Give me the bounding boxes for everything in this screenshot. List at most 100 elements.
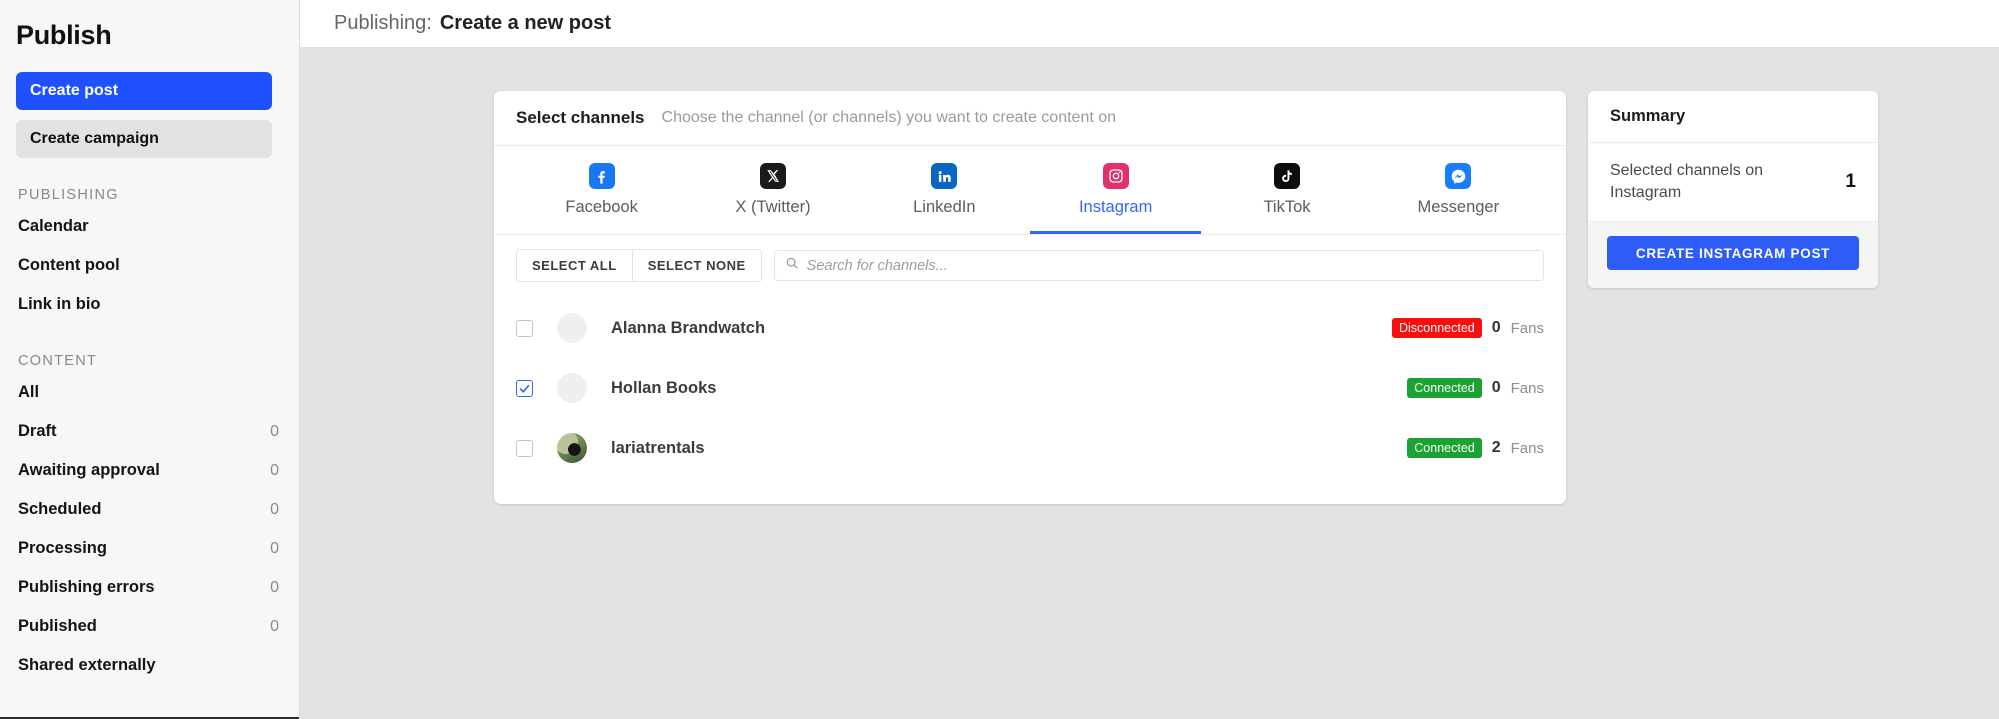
fans-count: 2: [1491, 439, 1501, 456]
sidebar-group-publishing-label: PUBLISHING: [18, 187, 119, 203]
sidebar-item-label: Link in bio: [18, 295, 101, 313]
sidebar-item-all[interactable]: All: [16, 373, 283, 412]
summary-selected-channels-row: Selected channels on Instagram 1: [1588, 143, 1878, 223]
sidebar-item-count: 0: [270, 461, 279, 479]
create-post-button[interactable]: Create post: [16, 72, 272, 110]
sidebar-item-label: Scheduled: [18, 500, 102, 518]
breadcrumb: Publishing: Create a new post: [300, 0, 1999, 48]
summary-row-value: 1: [1845, 170, 1856, 192]
avatar: [557, 313, 587, 343]
sidebar-item-label: Draft: [18, 422, 57, 440]
channel-search[interactable]: [773, 250, 1544, 281]
summary-title: Summary: [1588, 91, 1878, 143]
sidebar-item-label: Content pool: [18, 256, 120, 274]
table-row[interactable]: Alanna Brandwatch Disconnected 0 Fans: [516, 298, 1544, 358]
table-row[interactable]: Hollan Books Connected 0 Fans: [516, 358, 1544, 418]
sidebar-item-count: 0: [270, 539, 279, 557]
sidebar-item-scheduled[interactable]: Scheduled 0: [16, 490, 283, 529]
sidebar-item-draft[interactable]: Draft 0: [16, 412, 283, 451]
tab-x-twitter[interactable]: X (Twitter): [687, 146, 858, 234]
channel-list: Alanna Brandwatch Disconnected 0 Fans Ho…: [494, 294, 1566, 504]
tab-label: X (Twitter): [735, 198, 811, 216]
sidebar-item-shared-externally[interactable]: Shared externally: [16, 646, 283, 685]
fans-label: Fans: [1510, 379, 1544, 397]
sidebar-item-count: 0: [270, 422, 279, 440]
tab-label: LinkedIn: [913, 198, 976, 216]
create-instagram-post-button[interactable]: CREATE INSTAGRAM POST: [1607, 236, 1859, 271]
sidebar-item-awaiting-approval[interactable]: Awaiting approval 0: [16, 451, 283, 490]
select-buttons-group: SELECT ALL SELECT NONE: [516, 249, 762, 282]
x-twitter-icon: [759, 163, 786, 189]
sidebar-item-label: Publishing errors: [18, 578, 155, 596]
select-channels-header: Select channels Choose the channel (or c…: [494, 91, 1566, 146]
sidebar-item-count: 0: [270, 617, 279, 635]
fans-count: 0: [1491, 319, 1501, 336]
breadcrumb-prefix: Publishing:: [334, 12, 432, 34]
select-channels-heading: Select channels: [516, 108, 645, 127]
channel-name: Alanna Brandwatch: [611, 318, 766, 337]
channel-name: lariatrentals: [611, 438, 705, 457]
tab-label: Messenger: [1417, 198, 1500, 216]
sidebar-item-label: All: [18, 383, 40, 401]
create-campaign-button[interactable]: Create campaign: [16, 120, 272, 158]
sidebar-item-label: Processing: [18, 539, 107, 557]
select-none-button[interactable]: SELECT NONE: [631, 250, 761, 281]
tab-tiktok[interactable]: TikTok: [1201, 146, 1372, 234]
tab-label: Facebook: [565, 198, 638, 216]
app-brand-title: Publish: [16, 20, 112, 50]
page-title: Create a new post: [439, 12, 612, 34]
channel-type-tabs: Facebook X (Twitter) LinkedIn Instagram …: [494, 146, 1566, 235]
channel-meta: Connected 0 Fans: [1407, 377, 1544, 399]
facebook-icon: [588, 163, 615, 189]
messenger-icon: [1445, 163, 1472, 189]
app-root: Publish Create post Create campaign PUBL…: [0, 0, 1999, 719]
sidebar-item-calendar[interactable]: Calendar: [16, 207, 283, 246]
linkedin-icon: [931, 163, 958, 189]
sidebar-item-link-in-bio[interactable]: Link in bio: [16, 285, 283, 324]
sidebar-group-content-label: CONTENT: [18, 353, 98, 369]
status-badge: Connected: [1407, 377, 1482, 399]
main-area: Publishing: Create a new post Select cha…: [300, 0, 1999, 719]
select-all-button[interactable]: SELECT ALL: [517, 250, 632, 281]
sidebar-item-published[interactable]: Published 0: [16, 607, 283, 646]
status-badge: Connected: [1407, 437, 1482, 459]
channel-checkbox[interactable]: [516, 379, 533, 397]
search-icon: [785, 256, 799, 275]
channel-checkbox[interactable]: [516, 319, 533, 337]
instagram-icon: [1102, 163, 1129, 189]
table-row[interactable]: lariatrentals Connected 2 Fans: [516, 418, 1544, 478]
summary-panel: Summary Selected channels on Instagram 1…: [1588, 91, 1878, 289]
tab-messenger[interactable]: Messenger: [1373, 146, 1544, 234]
sidebar-item-count: 0: [270, 500, 279, 518]
tiktok-icon: [1273, 163, 1300, 189]
sidebar-item-publishing-errors[interactable]: Publishing errors 0: [16, 568, 283, 607]
sidebar-item-content-pool[interactable]: Content pool: [16, 246, 283, 285]
tab-label: TikTok: [1263, 198, 1311, 216]
fans-label: Fans: [1510, 319, 1544, 337]
channel-name: Hollan Books: [611, 378, 717, 397]
tab-label: Instagram: [1078, 198, 1153, 216]
sidebar-item-label: Awaiting approval: [18, 461, 160, 479]
tab-instagram[interactable]: Instagram: [1029, 146, 1202, 234]
avatar: [557, 373, 587, 403]
sidebar: Publish Create post Create campaign PUBL…: [0, 0, 300, 719]
sidebar-item-processing[interactable]: Processing 0: [16, 529, 283, 568]
select-channels-card: Select channels Choose the channel (or c…: [494, 91, 1566, 504]
sidebar-item-label: Published: [18, 617, 97, 635]
tab-facebook[interactable]: Facebook: [516, 146, 687, 234]
tab-linkedin[interactable]: LinkedIn: [859, 146, 1030, 234]
fans-count: 0: [1491, 379, 1501, 396]
avatar: [557, 433, 587, 463]
select-channels-subheading: Choose the channel (or channels) you wan…: [661, 109, 1117, 126]
sidebar-item-label: Calendar: [18, 217, 89, 235]
summary-row-label: Selected channels on Instagram: [1610, 162, 1763, 201]
content-canvas: Select channels Choose the channel (or c…: [300, 48, 1999, 719]
channel-meta: Disconnected 0 Fans: [1391, 317, 1544, 339]
search-input[interactable]: [806, 257, 1533, 274]
sidebar-item-count: 0: [270, 578, 279, 596]
channel-list-toolbar: SELECT ALL SELECT NONE: [494, 235, 1566, 294]
channel-checkbox[interactable]: [516, 439, 533, 457]
summary-footer: CREATE INSTAGRAM POST: [1588, 222, 1878, 289]
sidebar-item-label: Shared externally: [18, 656, 156, 674]
fans-label: Fans: [1510, 439, 1544, 457]
